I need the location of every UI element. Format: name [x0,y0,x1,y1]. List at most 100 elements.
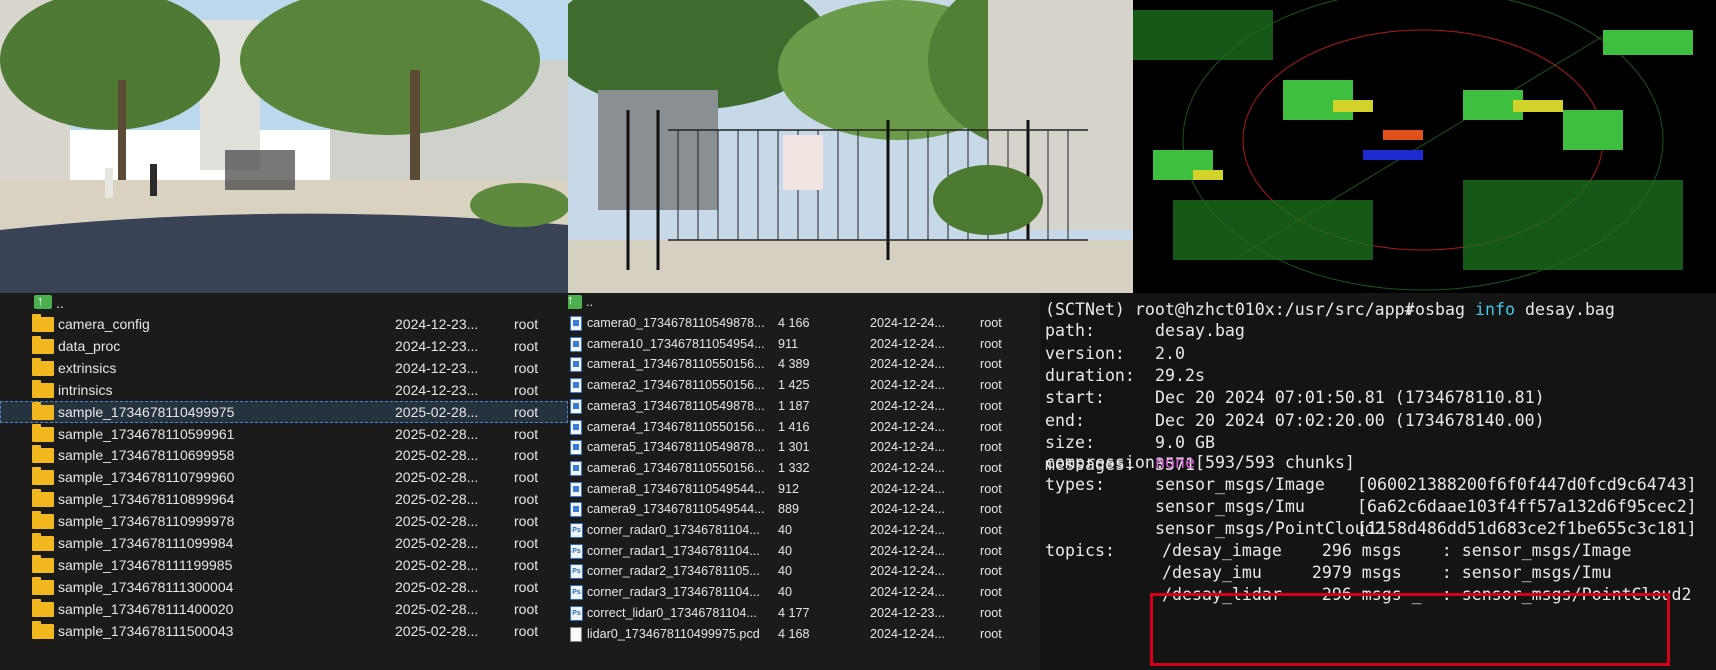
type-hash: [6a62c6daae103f4ff57a132d6f95cec2] [1357,497,1697,516]
image-file-icon [570,502,582,518]
file-size: 4 166 [778,316,810,330]
folder-row[interactable]: camera_config 2024-12-23... root [0,313,568,335]
folder-row[interactable]: sample_1734678111500043 2025-02-28... root [0,620,568,642]
file-date: 2024-12-24... [870,543,945,558]
gate-camera-image [568,0,1133,293]
folder-row[interactable]: sample_1734678111400020 2025-02-28... root [0,598,568,620]
file-size: 1 416 [778,419,810,434]
folder-row[interactable]: sample_1734678111300004 2025-02-28... root [0,576,568,598]
file-owner: root [980,585,1002,600]
file-row[interactable]: camera8_1734678110549544... 912 2024-12-24… [568,479,1040,500]
folder-row[interactable]: data_proc 2024-12-23... root [0,335,568,357]
file-size: 889 [778,502,800,517]
folder-row[interactable]: intrinsics 2024-12-23... root [0,379,568,401]
file-row[interactable]: Ps corner_radar2_17346781105... 40 2024-12-… [568,561,1040,582]
folder-date: 2025-02-28... [395,600,479,617]
file-name: camera3_1734678110549878... [587,398,765,413]
folder-row[interactable]: sample_1734678110699958 2025-02-28... root [0,444,568,466]
file-name: corner_radar1_17346781104... [587,543,760,558]
image-file-icon [570,316,582,331]
file-date: 2024-12-24... [870,336,945,351]
file-row[interactable]: Ps corner_radar0_17346781104... 40 2024-12-… [568,520,1040,541]
file-date: 2024-12-24... [870,419,945,434]
file-name: camera0_1734678110549878... [587,316,765,330]
file-row[interactable]: camera3_1734678110549878... 1 187 2024-12-… [568,396,1040,417]
file-row[interactable]: camera6_1734678110550156... 1 332 2024-12-… [568,458,1040,479]
folder-icon [32,576,54,595]
topics-highlight-box [1150,593,1670,666]
folder-date: 2025-02-28... [395,556,479,573]
file-row[interactable]: camera2_1734678110550156... 1 425 2024-12-… [568,375,1040,396]
folder-name: sample_1734678110999978 [58,513,235,530]
folder-owner: root [514,622,539,639]
type-hash: [060021388200f6f0f447d0fcd9c64743] [1357,475,1697,494]
folder-name: sample_1734678110899964 [58,491,235,508]
folder-owner: root [514,469,539,486]
folder-date: 2024-12-23... [395,337,479,354]
file-size: 40 [778,564,793,579]
file-row[interactable]: Ps corner_radar3_17346781104... 40 2024-12-… [568,582,1040,603]
folder-icon [32,357,54,376]
folder-row[interactable]: sample_1734678111199985 2025-02-28... root [0,554,568,576]
file-owner: root [980,398,1002,413]
file-owner: root [980,502,1002,517]
file-name: camera2_1734678110550156... [587,378,765,393]
file-row[interactable]: camera4_1734678110550156... 1 416 2024-12-… [568,417,1040,438]
folder-row[interactable]: sample_1734678110899964 2025-02-28... root [0,488,568,510]
folder-date: 2025-02-28... [395,513,479,530]
folder-owner: root [514,491,539,508]
file-owner: root [980,460,1002,475]
street-camera-image [0,0,568,293]
file-name: camera4_1734678110550156... [587,419,765,434]
image-file-icon [570,398,582,414]
file-row[interactable]: Ps corner_radar1_17346781104... 40 2024-12-… [568,541,1040,562]
info-value: Dec 20 2024 07:01:50.81 (1734678110.81) [1155,388,1545,408]
folder-date: 2024-12-23... [395,381,479,398]
file-size: 4 168 [778,626,810,641]
command-file: desay.bag [1525,300,1615,319]
ps-file-icon: Ps [570,564,583,580]
folder-icon [32,511,54,530]
file-name: camera10_173467811054954... [587,336,765,351]
file-date: 2024-12-24... [870,440,945,455]
folder-name: sample_1734678111500043 [58,622,234,639]
image-file-icon [570,336,582,352]
info-key: duration: [1045,365,1135,385]
file-size: 911 [778,336,799,351]
file-owner: root [980,336,1002,351]
parent-dir-row[interactable]: .. [568,293,1040,313]
file-size: 1 425 [778,378,810,393]
folder-name: intrinsics [58,381,113,398]
folder-icon [32,401,54,420]
parent-dir-label: .. [56,295,64,311]
folder-row[interactable]: sample_1734678110799960 2025-02-28... root [0,466,568,488]
file-name: camera8_1734678110549544... [587,481,765,496]
file-owner: root [980,605,1002,620]
file-row[interactable]: camera10_173467811054954... 911 2024-12-24… [568,334,1040,355]
file-row[interactable]: camera9_1734678110549544... 889 2024-12-24… [568,499,1040,520]
folder-owner: root [514,337,539,354]
file-row[interactable]: Ps correct_lidar0_17346781104... 4 177 2024… [568,603,1040,624]
folder-row[interactable]: sample_1734678110599961 2025-02-28... root [0,423,568,445]
file-row[interactable]: camera0_1734678110549878... 4 166 2024-12-… [568,313,1040,334]
folder-name: sample_1734678110599961 [58,425,235,442]
type-hash: [1158d486dd51d683ce2f1be655c3c181] [1357,519,1697,538]
file-row[interactable]: camera5_1734678110549878... 1 301 2024-12-… [568,437,1040,458]
folder-icon [32,335,54,354]
info-value: Dec 20 2024 07:02:20.00 (1734678140.00) [1155,410,1545,430]
file-date: 2024-12-24... [870,626,945,641]
file-owner: root [980,626,1002,641]
parent-dir-row[interactable]: .. [0,293,568,314]
folder-row[interactable]: sample_1734678110499975 2025-02-28... root [0,400,568,423]
file-row[interactable]: lidar0_1734678110499975.pcd 4 168 2024-12-… [568,624,1040,645]
folder-name: sample_1734678110499975 [58,403,235,420]
info-key: start: [1045,388,1105,408]
folder-row[interactable]: extrinsics 2024-12-23... root [0,357,568,379]
file-owner: root [980,419,1002,434]
types-label-line: types: [1045,475,1105,494]
file-size: 4 389 [778,357,810,372]
folder-row[interactable]: sample_1734678111099984 2025-02-28... root [0,532,568,554]
folder-row[interactable]: sample_1734678110999978 2025-02-28... root [0,510,568,532]
file-row[interactable]: camera1_1734678110550156... 4 389 2024-12-… [568,354,1040,375]
info-key: end: [1045,410,1085,430]
